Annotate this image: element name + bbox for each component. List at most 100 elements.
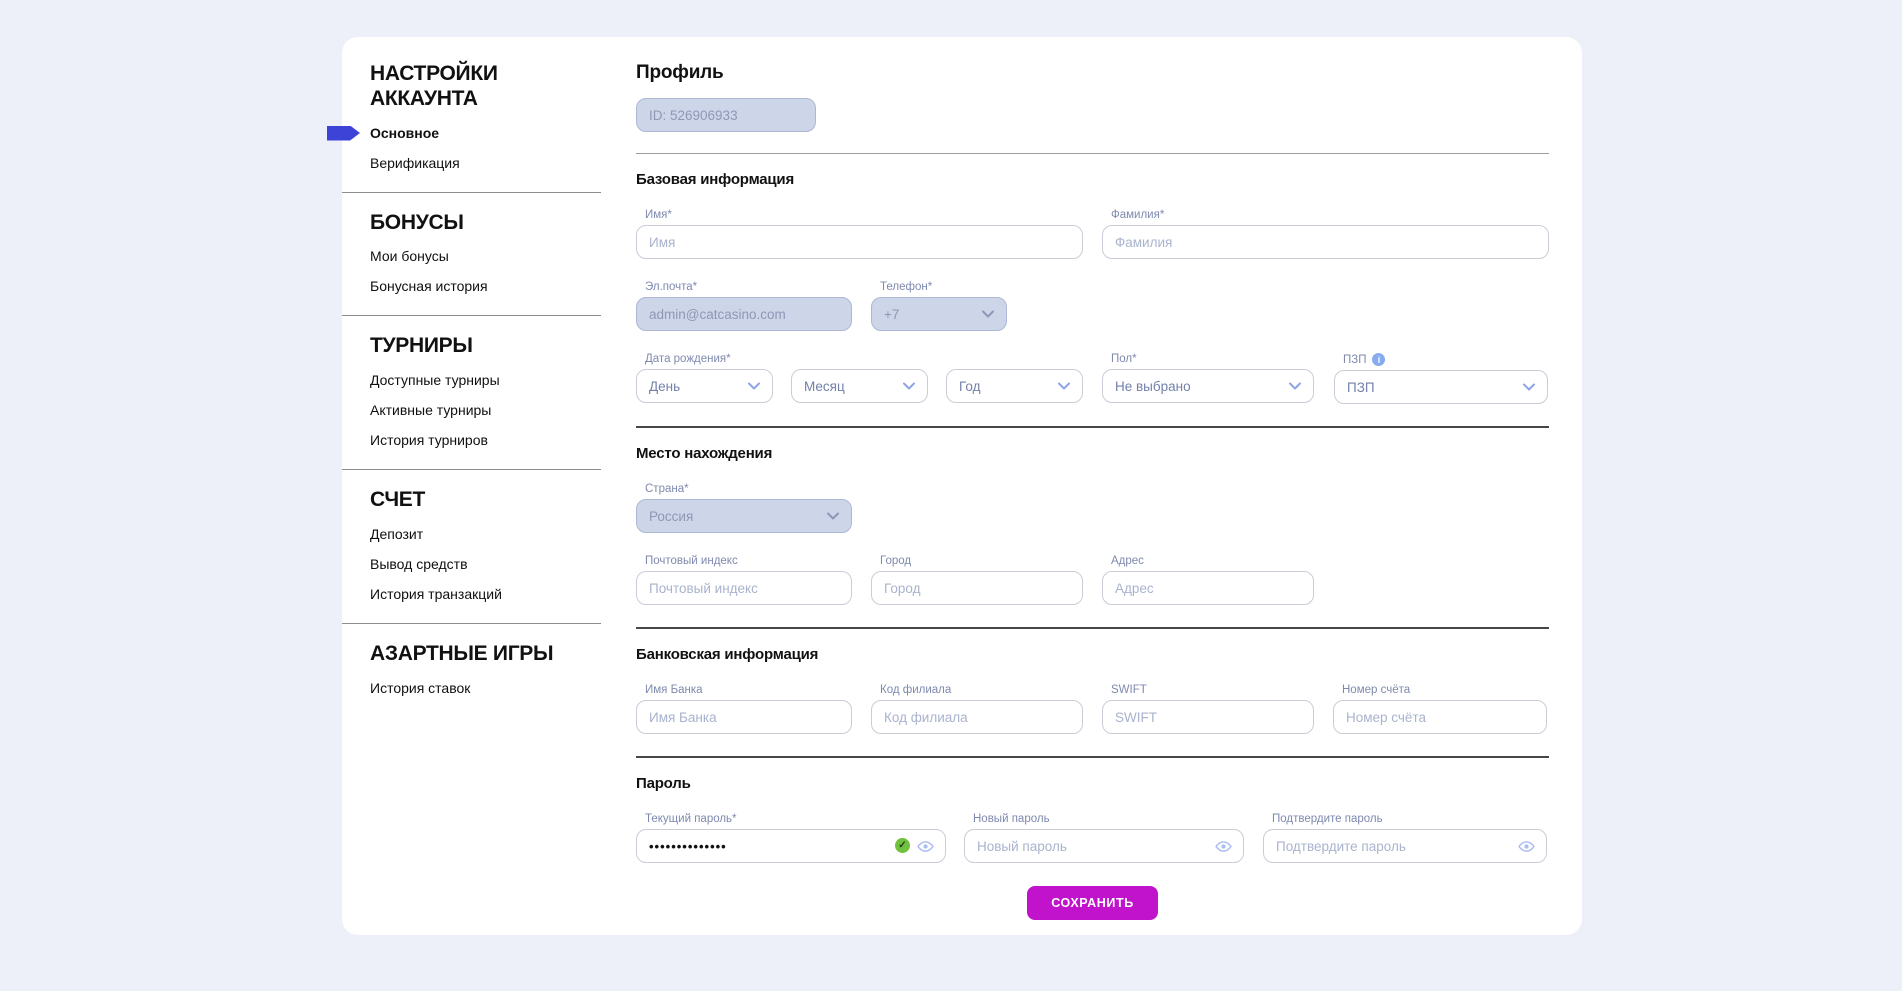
sidebar-item-label: Верификация (370, 155, 460, 171)
email-input (636, 297, 852, 331)
chevron-down-icon (1523, 383, 1535, 391)
section-divider (636, 426, 1549, 428)
branch-code-field-group: Код филиала (871, 684, 1083, 734)
gender-label: Пол* (1111, 353, 1314, 365)
chevron-down-icon (982, 310, 994, 318)
dob-month-select[interactable]: Месяц (791, 369, 928, 403)
chevron-down-icon (748, 382, 760, 390)
location-heading: Место нахождения (636, 445, 1549, 462)
pzp-select[interactable]: ПЗП (1334, 370, 1548, 404)
confirm-password-field-group: Подтвердите пароль (1263, 813, 1547, 863)
sidebar-item-bet-history[interactable]: История ставок (370, 680, 636, 697)
basic-info-heading: Базовая информация (636, 171, 1549, 188)
save-row: СОХРАНИТЬ (636, 886, 1549, 920)
sidebar-item-label: История турниров (370, 432, 488, 448)
sidebar-section-title-bonuses: БОНУСЫ (370, 211, 595, 236)
phone-code-value: +7 (884, 307, 899, 322)
sidebar-divider (342, 315, 601, 316)
dob-label: Дата рождения* (645, 353, 1083, 365)
gender-select[interactable]: Не выбрано (1102, 369, 1314, 403)
phone-code-select: +7 (871, 297, 1007, 331)
account-number-input[interactable] (1333, 700, 1547, 734)
country-value: Россия (649, 509, 693, 524)
confirm-password-input[interactable] (1263, 829, 1547, 863)
eye-icon[interactable] (917, 838, 934, 855)
name-row: Имя* Фамилия* (636, 209, 1549, 259)
sidebar-item-label: Активные турниры (370, 402, 491, 418)
sidebar-item-transaction-history[interactable]: История транзакций (370, 586, 636, 603)
section-divider (636, 627, 1549, 629)
new-password-label: Новый пароль (973, 813, 1244, 825)
pzp-label: ПЗП i (1343, 353, 1548, 366)
dob-field-group: Дата рождения* День Месяц (636, 353, 1083, 404)
swift-input[interactable] (1102, 700, 1314, 734)
first-name-input[interactable] (636, 225, 1083, 259)
sidebar-item-active-tournaments[interactable]: Активные турниры (370, 402, 636, 419)
eye-icon[interactable] (1215, 838, 1232, 855)
dob-day-select[interactable]: День (636, 369, 773, 403)
chevron-down-icon (827, 512, 839, 520)
sidebar-item-label: Основное (370, 125, 439, 141)
address-input[interactable] (1102, 571, 1314, 605)
account-settings-card: НАСТРОЙКИ АККАУНТА Основное Верификация … (342, 37, 1582, 935)
city-field-group: Город (871, 555, 1083, 605)
active-item-arrow-icon (327, 126, 360, 141)
address-field-group: Адрес (1102, 555, 1314, 605)
dob-year-select[interactable]: Год (946, 369, 1083, 403)
branch-code-input[interactable] (871, 700, 1083, 734)
chevron-down-icon (1289, 382, 1301, 390)
sidebar-divider (342, 469, 601, 470)
last-name-input[interactable] (1102, 225, 1549, 259)
confirm-password-label: Подтвердите пароль (1272, 813, 1547, 825)
sidebar-section-title-account-settings: НАСТРОЙКИ АККАУНТА (370, 62, 595, 112)
section-divider (636, 153, 1549, 154)
password-heading: Пароль (636, 775, 1549, 792)
sidebar-item-bonus-history[interactable]: Бонусная история (370, 278, 636, 295)
sidebar-item-tournament-history[interactable]: История турниров (370, 432, 636, 449)
section-divider (636, 756, 1549, 758)
save-button[interactable]: СОХРАНИТЬ (1027, 886, 1158, 920)
country-label: Страна* (645, 483, 852, 495)
sidebar-item-label: Вывод средств (370, 556, 468, 572)
sidebar-item-label: Мои бонусы (370, 248, 449, 264)
last-name-field-group: Фамилия* (1102, 209, 1549, 259)
gender-value: Не выбрано (1115, 379, 1191, 394)
dob-month-value: Месяц (804, 379, 845, 394)
phone-label: Телефон* (880, 281, 1007, 293)
swift-label: SWIFT (1111, 684, 1314, 696)
city-input[interactable] (871, 571, 1083, 605)
dob-selects: День Месяц Год (636, 369, 1083, 403)
sidebar-section-title-account: СЧЕТ (370, 488, 595, 513)
dob-year-value: Год (959, 379, 981, 394)
bank-name-label: Имя Банка (645, 684, 852, 696)
bank-info-heading: Банковская информация (636, 646, 1549, 663)
page-title: Профиль (636, 62, 1549, 84)
sidebar-item-label: История транзакций (370, 586, 502, 602)
postcode-input[interactable] (636, 571, 852, 605)
bank-name-input[interactable] (636, 700, 852, 734)
sidebar-divider (342, 192, 601, 193)
sidebar-item-withdrawal[interactable]: Вывод средств (370, 556, 636, 573)
email-field-group: Эл.почта* (636, 281, 852, 331)
sidebar-item-main[interactable]: Основное (370, 125, 636, 142)
new-password-wrap (964, 829, 1244, 863)
country-select: Россия (636, 499, 852, 533)
sidebar-item-verification[interactable]: Верификация (370, 155, 636, 172)
last-name-label: Фамилия* (1111, 209, 1549, 221)
country-field-group: Страна* Россия (636, 483, 852, 533)
check-circle-icon: ✓ (895, 838, 910, 853)
pzp-field-group: ПЗП i ПЗП (1334, 353, 1548, 404)
sidebar-item-available-tournaments[interactable]: Доступные турниры (370, 372, 636, 389)
sidebar-item-deposit[interactable]: Депозит (370, 526, 636, 543)
sidebar-divider (342, 623, 601, 624)
sidebar-section-title-tournaments: ТУРНИРЫ (370, 334, 595, 359)
sidebar: НАСТРОЙКИ АККАУНТА Основное Верификация … (342, 37, 636, 935)
address-row: Почтовый индекс Город Адрес (636, 555, 1549, 605)
info-icon[interactable]: i (1372, 353, 1385, 366)
confirm-password-wrap (1263, 829, 1547, 863)
new-password-input[interactable] (964, 829, 1244, 863)
first-name-label: Имя* (645, 209, 1083, 221)
sidebar-item-my-bonuses[interactable]: Мои бонусы (370, 248, 636, 265)
user-id-field (636, 98, 816, 132)
eye-icon[interactable] (1518, 838, 1535, 855)
